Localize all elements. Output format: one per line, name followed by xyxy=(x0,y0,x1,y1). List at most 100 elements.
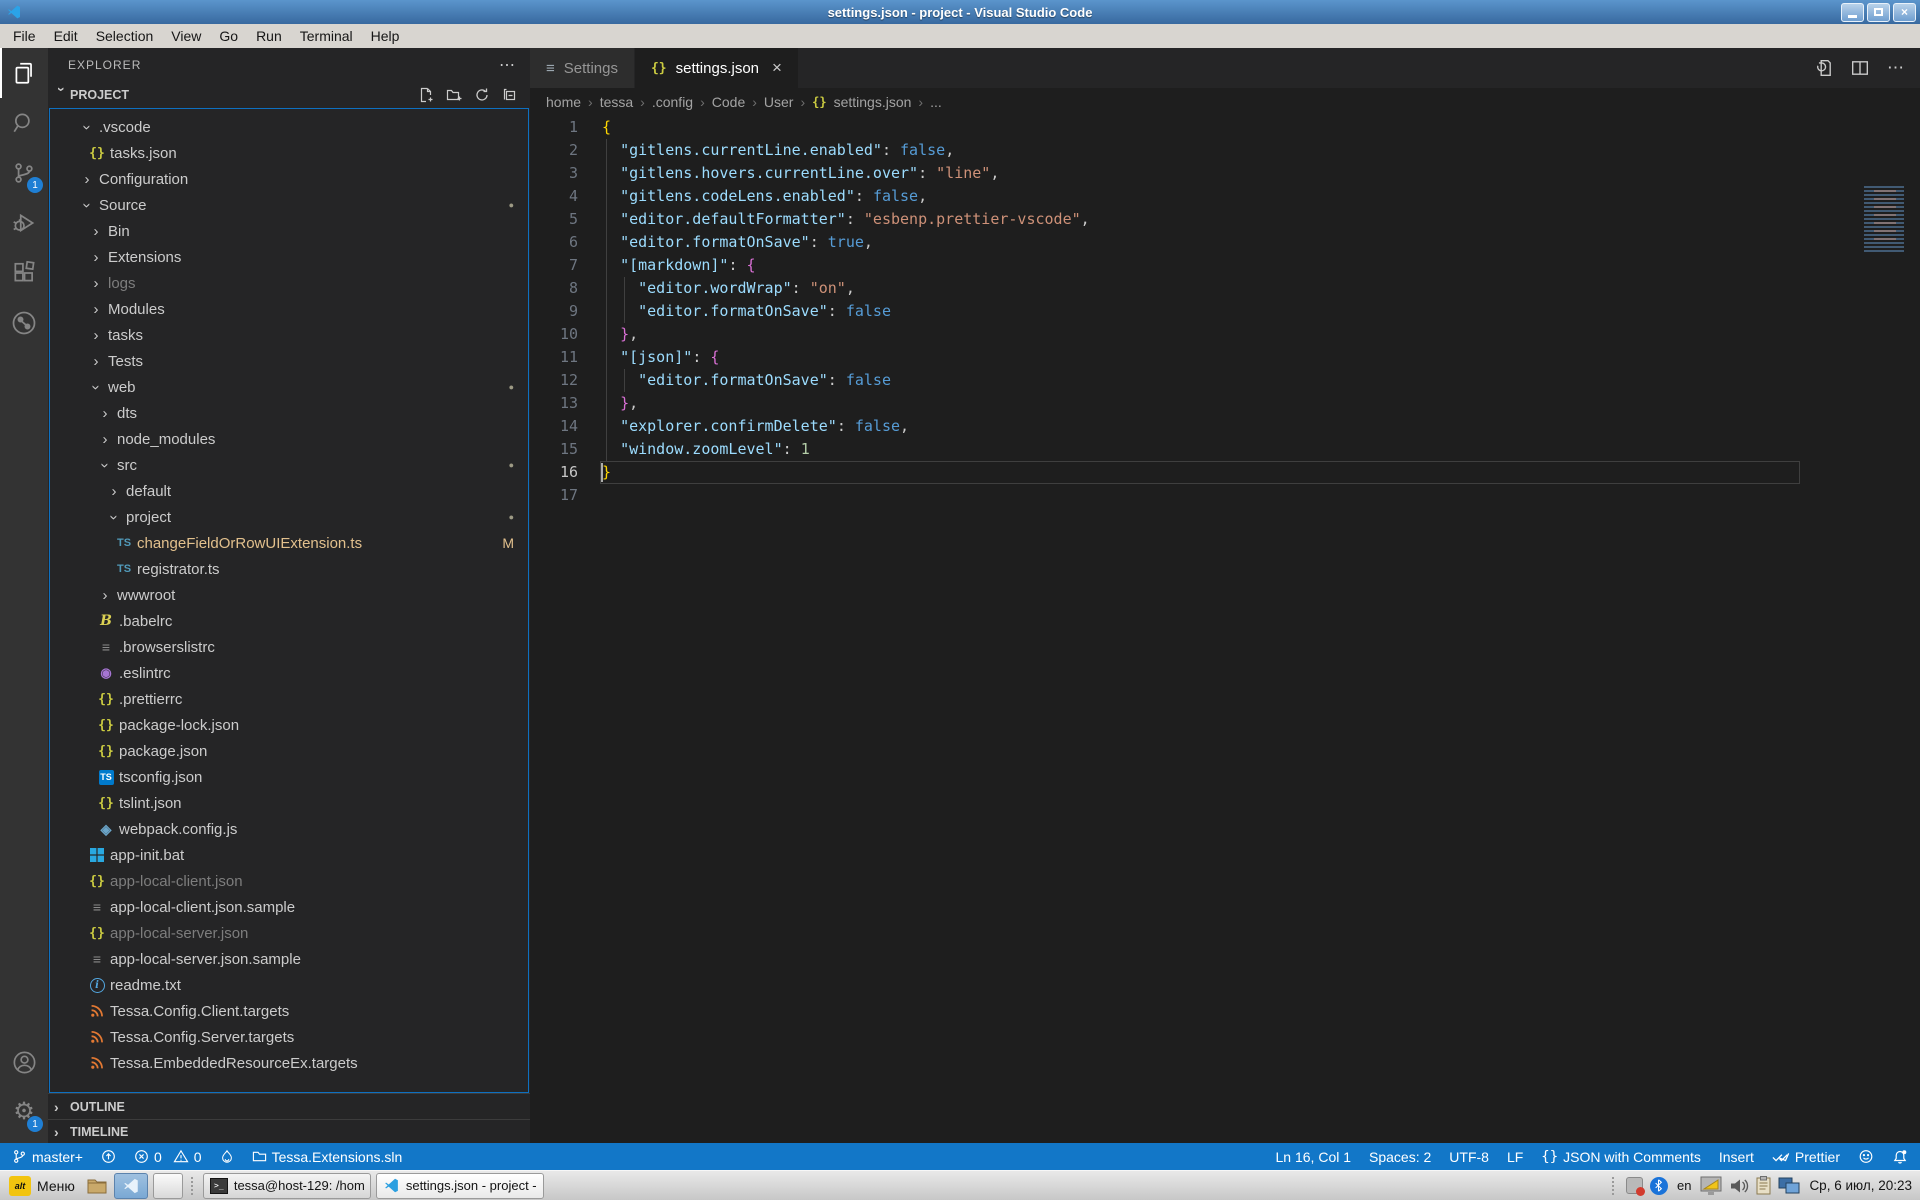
cursor-position[interactable]: Ln 16, Col 1 xyxy=(1276,1149,1352,1165)
activitybar-search[interactable] xyxy=(0,98,48,148)
activitybar-source-control[interactable]: 1 xyxy=(0,148,48,198)
activitybar-account[interactable] xyxy=(0,1037,48,1087)
menu-view[interactable]: View xyxy=(162,26,210,46)
code-line[interactable]: 10 }, xyxy=(530,323,1920,346)
tree-item[interactable]: ◈webpack.config.js xyxy=(50,816,528,842)
language-mode[interactable]: {} JSON with Comments xyxy=(1541,1149,1701,1165)
tree-item[interactable]: ›Modules xyxy=(50,296,528,322)
tree-item[interactable]: ≡app-local-client.json.sample xyxy=(50,894,528,920)
activitybar-explorer[interactable] xyxy=(0,48,48,98)
tab-settings-json[interactable]: {} settings.json × xyxy=(635,48,799,88)
activitybar-extensions[interactable] xyxy=(0,248,48,298)
views-more-icon[interactable]: ⋯ xyxy=(499,55,516,75)
keyboard-layout[interactable]: en xyxy=(1675,1178,1693,1193)
problems-item[interactable]: 0 0 xyxy=(134,1149,202,1165)
split-editor-icon[interactable] xyxy=(1851,59,1869,77)
tree-item[interactable]: {}app-local-client.json xyxy=(50,868,528,894)
start-menu-button[interactable]: alt Меню xyxy=(4,1172,80,1200)
code-line[interactable]: 14 "explorer.confirmDelete": false, xyxy=(530,415,1920,438)
tree-item[interactable]: TStsconfig.json xyxy=(50,764,528,790)
tree-item[interactable]: {}package.json xyxy=(50,738,528,764)
code-line[interactable]: 8 "editor.wordWrap": "on", xyxy=(530,277,1920,300)
collapse-all-icon[interactable] xyxy=(502,87,518,103)
tree-item[interactable]: ≡app-local-server.json.sample xyxy=(50,946,528,972)
breadcrumb-item[interactable]: settings.json xyxy=(834,94,912,110)
tree-item[interactable]: ›src● xyxy=(50,452,528,478)
formatter-item[interactable]: Prettier xyxy=(1772,1149,1840,1165)
tree-item[interactable]: {}package-lock.json xyxy=(50,712,528,738)
tree-item[interactable]: ›tasks xyxy=(50,322,528,348)
breadcrumb-item[interactable]: ... xyxy=(930,94,942,110)
display-settings-icon[interactable] xyxy=(1700,1176,1722,1196)
git-branch-item[interactable]: master+ xyxy=(12,1149,83,1165)
code-line[interactable]: 15 "window.zoomLevel": 1 xyxy=(530,438,1920,461)
clipboard-icon[interactable] xyxy=(1756,1176,1771,1195)
menu-selection[interactable]: Selection xyxy=(87,26,163,46)
tree-item[interactable]: Tessa.EmbeddedResourceEx.targets xyxy=(50,1050,528,1076)
code-line[interactable]: 3 "gitlens.hovers.currentLine.over": "li… xyxy=(530,162,1920,185)
minimap[interactable] xyxy=(1860,186,1912,252)
solution-item[interactable]: Tessa.Extensions.sln xyxy=(252,1149,403,1165)
code-editor[interactable]: 1{2 "gitlens.currentLine.enabled": false… xyxy=(530,116,1920,1143)
project-section-header[interactable]: › PROJECT xyxy=(48,82,530,108)
tree-item[interactable]: ›.vscode xyxy=(50,114,528,140)
tree-item[interactable]: TSchangeFieldOrRowUIExtension.tsM xyxy=(50,530,528,556)
open-changes-icon[interactable] xyxy=(1815,59,1833,77)
menu-run[interactable]: Run xyxy=(247,26,291,46)
insert-mode[interactable]: Insert xyxy=(1719,1149,1754,1165)
tree-item[interactable]: B.babelrc xyxy=(50,608,528,634)
lock-tray-icon[interactable] xyxy=(1626,1177,1643,1194)
close-button[interactable]: × xyxy=(1893,3,1916,22)
code-line[interactable]: 9 "editor.formatOnSave": false xyxy=(530,300,1920,323)
network-monitors-icon[interactable] xyxy=(1778,1177,1800,1195)
menu-edit[interactable]: Edit xyxy=(45,26,87,46)
outline-section[interactable]: › OUTLINE xyxy=(48,1093,530,1119)
timeline-section[interactable]: › TIMELINE xyxy=(48,1119,530,1143)
tree-item[interactable]: Tessa.Config.Client.targets xyxy=(50,998,528,1024)
code-line[interactable]: 6 "editor.formatOnSave": true, xyxy=(530,231,1920,254)
tree-item[interactable]: ◉.eslintrc xyxy=(50,660,528,686)
code-line[interactable]: 7 "[markdown]": { xyxy=(530,254,1920,277)
volume-icon[interactable] xyxy=(1729,1177,1749,1195)
encoding[interactable]: UTF-8 xyxy=(1449,1149,1489,1165)
eol-sequence[interactable]: LF xyxy=(1507,1149,1523,1165)
menu-go[interactable]: Go xyxy=(210,26,247,46)
tree-item[interactable]: {}.prettierrc xyxy=(50,686,528,712)
tree-item[interactable]: ›Tests xyxy=(50,348,528,374)
tree-item[interactable]: ›project● xyxy=(50,504,528,530)
new-folder-icon[interactable] xyxy=(446,87,462,103)
indentation[interactable]: Spaces: 2 xyxy=(1369,1149,1431,1165)
vscode-launcher[interactable] xyxy=(114,1173,148,1199)
gitlens-mode-item[interactable] xyxy=(220,1149,234,1164)
activitybar-settings[interactable]: ⚙ 1 xyxy=(0,1087,48,1137)
new-file-icon[interactable] xyxy=(418,87,434,103)
tree-item[interactable]: ›dts xyxy=(50,400,528,426)
activitybar-gitlens[interactable] xyxy=(0,298,48,348)
menu-file[interactable]: File xyxy=(4,26,45,46)
tree-item[interactable]: ≡.browserslistrc xyxy=(50,634,528,660)
file-manager-launcher[interactable] xyxy=(85,1172,109,1200)
tree-item[interactable]: {}tasks.json xyxy=(50,140,528,166)
menu-terminal[interactable]: Terminal xyxy=(291,26,362,46)
code-line[interactable]: 1{ xyxy=(530,116,1920,139)
feedback-icon[interactable] xyxy=(1858,1149,1874,1164)
code-line[interactable]: 2 "gitlens.currentLine.enabled": false, xyxy=(530,139,1920,162)
code-line[interactable]: 17 xyxy=(530,484,1920,507)
breadcrumb-item[interactable]: User xyxy=(764,94,794,110)
breadcrumb-item[interactable]: tessa xyxy=(600,94,633,110)
tree-item[interactable]: ›web● xyxy=(50,374,528,400)
tree-item[interactable]: app-init.bat xyxy=(50,842,528,868)
close-tab-icon[interactable]: × xyxy=(772,58,782,78)
empty-launcher-button[interactable] xyxy=(153,1173,183,1199)
code-line[interactable]: 4 "gitlens.codeLens.enabled": false, xyxy=(530,185,1920,208)
tree-item[interactable]: ›Extensions xyxy=(50,244,528,270)
code-line[interactable]: 13 }, xyxy=(530,392,1920,415)
tree-item[interactable]: ireadme.txt xyxy=(50,972,528,998)
breadcrumb-item[interactable]: home xyxy=(546,94,581,110)
activitybar-run-debug[interactable] xyxy=(0,198,48,248)
tree-item[interactable]: ›Bin xyxy=(50,218,528,244)
minimize-button[interactable] xyxy=(1841,3,1864,22)
code-line[interactable]: 12 "editor.formatOnSave": false xyxy=(530,369,1920,392)
code-line[interactable]: 11 "[json]": { xyxy=(530,346,1920,369)
breadcrumb-item[interactable]: Code xyxy=(712,94,745,110)
